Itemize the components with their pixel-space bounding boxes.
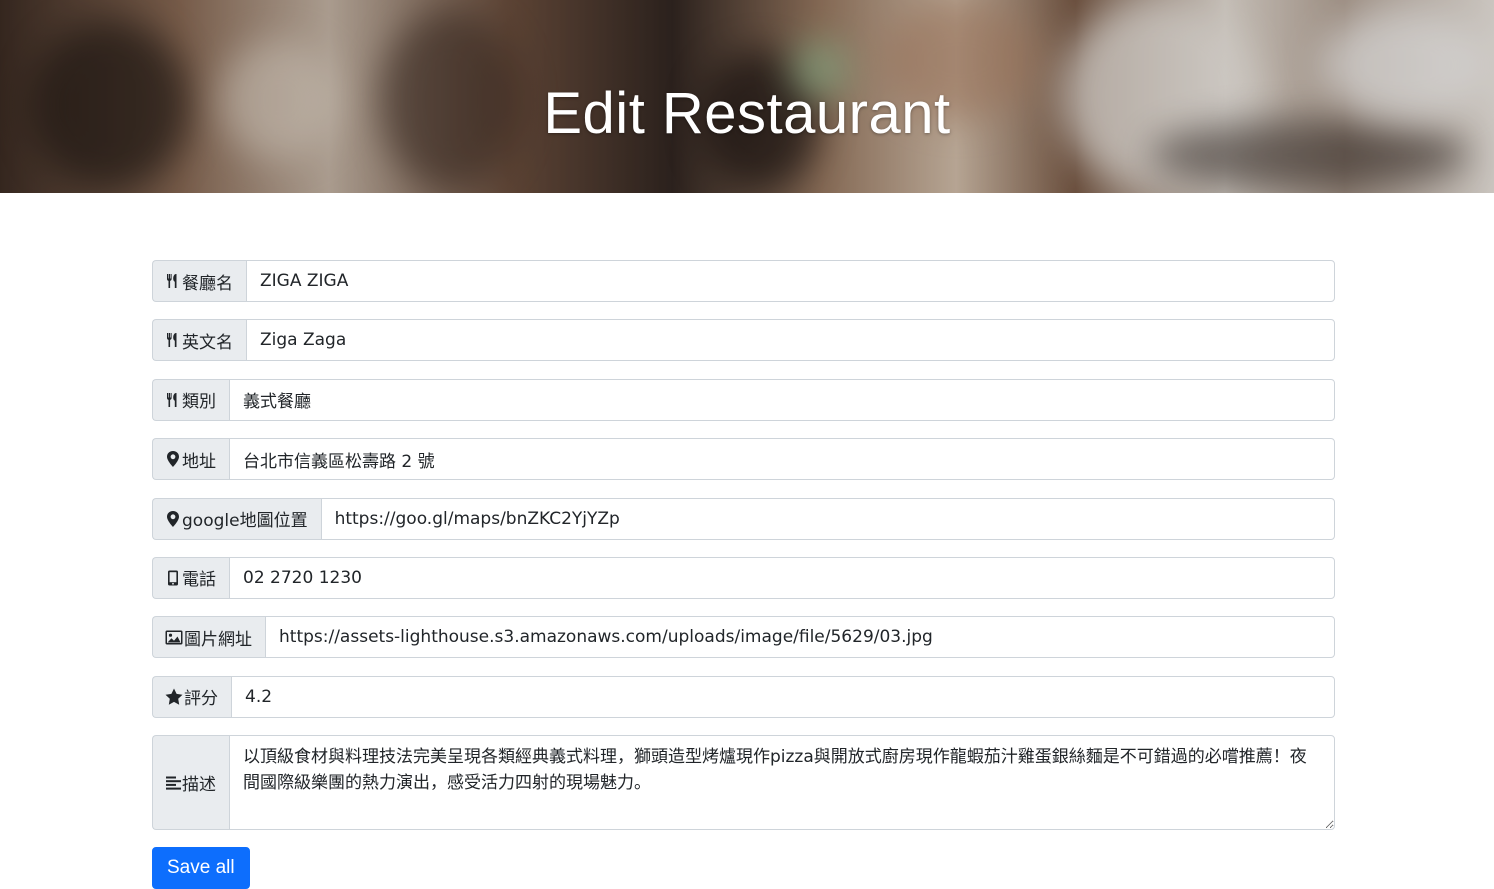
rating-label: 評分: [152, 675, 231, 718]
category-label: 類別: [152, 378, 229, 421]
phone-input[interactable]: [229, 556, 1335, 599]
star-icon: [165, 688, 183, 705]
google-map-input[interactable]: [320, 497, 1335, 540]
description-textarea[interactable]: 以頂級食材與料理技法完美呈現各類經典義式料理，獅頭造型烤爐現作pizza與開放式…: [229, 735, 1335, 831]
name-label-text: 餐廳名: [182, 273, 233, 294]
rating-field-group: 評分: [152, 675, 1335, 718]
address-field-group: 地址: [152, 438, 1335, 481]
google-map-field-group: google地圖位置: [152, 497, 1335, 540]
map-marker-icon: [165, 510, 181, 527]
description-label-text: 描述: [182, 775, 216, 796]
utensils-icon: [165, 273, 181, 289]
address-label: 地址: [152, 438, 229, 481]
save-all-button[interactable]: Save all: [152, 847, 250, 889]
google-map-label: google地圖位置: [152, 497, 321, 540]
image-url-label-text: 圖片網址: [184, 629, 252, 650]
category-field-group: 類別: [152, 378, 1335, 421]
phone-label: 電話: [152, 556, 229, 599]
align-left-icon: [165, 775, 181, 791]
utensils-icon: [165, 332, 181, 348]
image-url-label: 圖片網址: [152, 616, 265, 659]
image-url-field-group: 圖片網址: [152, 616, 1335, 659]
english-name-field-group: 英文名: [152, 319, 1335, 362]
mobile-phone-icon: [165, 570, 181, 586]
phone-field-group: 電話: [152, 556, 1335, 599]
edit-restaurant-form: 餐廳名 英文名 類別 地址: [152, 260, 1335, 889]
english-name-label: 英文名: [152, 319, 246, 362]
name-field-group: 餐廳名: [152, 260, 1335, 302]
google-map-label-text: google地圖位置: [182, 511, 308, 532]
phone-label-text: 電話: [182, 570, 216, 591]
restaurant-name-input[interactable]: [246, 260, 1335, 302]
page-title: Edit Restaurant: [543, 81, 951, 146]
name-label: 餐廳名: [152, 260, 246, 302]
description-label: 描述: [152, 735, 229, 831]
map-marker-icon: [165, 451, 181, 468]
rating-label-text: 評分: [184, 689, 218, 710]
image-icon: [165, 629, 183, 645]
hero-banner: Edit Restaurant: [0, 0, 1494, 193]
image-url-input[interactable]: [265, 616, 1335, 659]
utensils-icon: [165, 392, 181, 408]
category-input[interactable]: [229, 378, 1335, 421]
address-label-text: 地址: [182, 451, 216, 472]
description-field-group: 描述 以頂級食材與料理技法完美呈現各類經典義式料理，獅頭造型烤爐現作pizza與…: [152, 735, 1335, 831]
category-label-text: 類別: [182, 392, 216, 413]
english-name-input[interactable]: [246, 319, 1335, 362]
address-input[interactable]: [229, 438, 1335, 481]
rating-input[interactable]: [231, 675, 1335, 718]
english-name-label-text: 英文名: [182, 332, 233, 353]
